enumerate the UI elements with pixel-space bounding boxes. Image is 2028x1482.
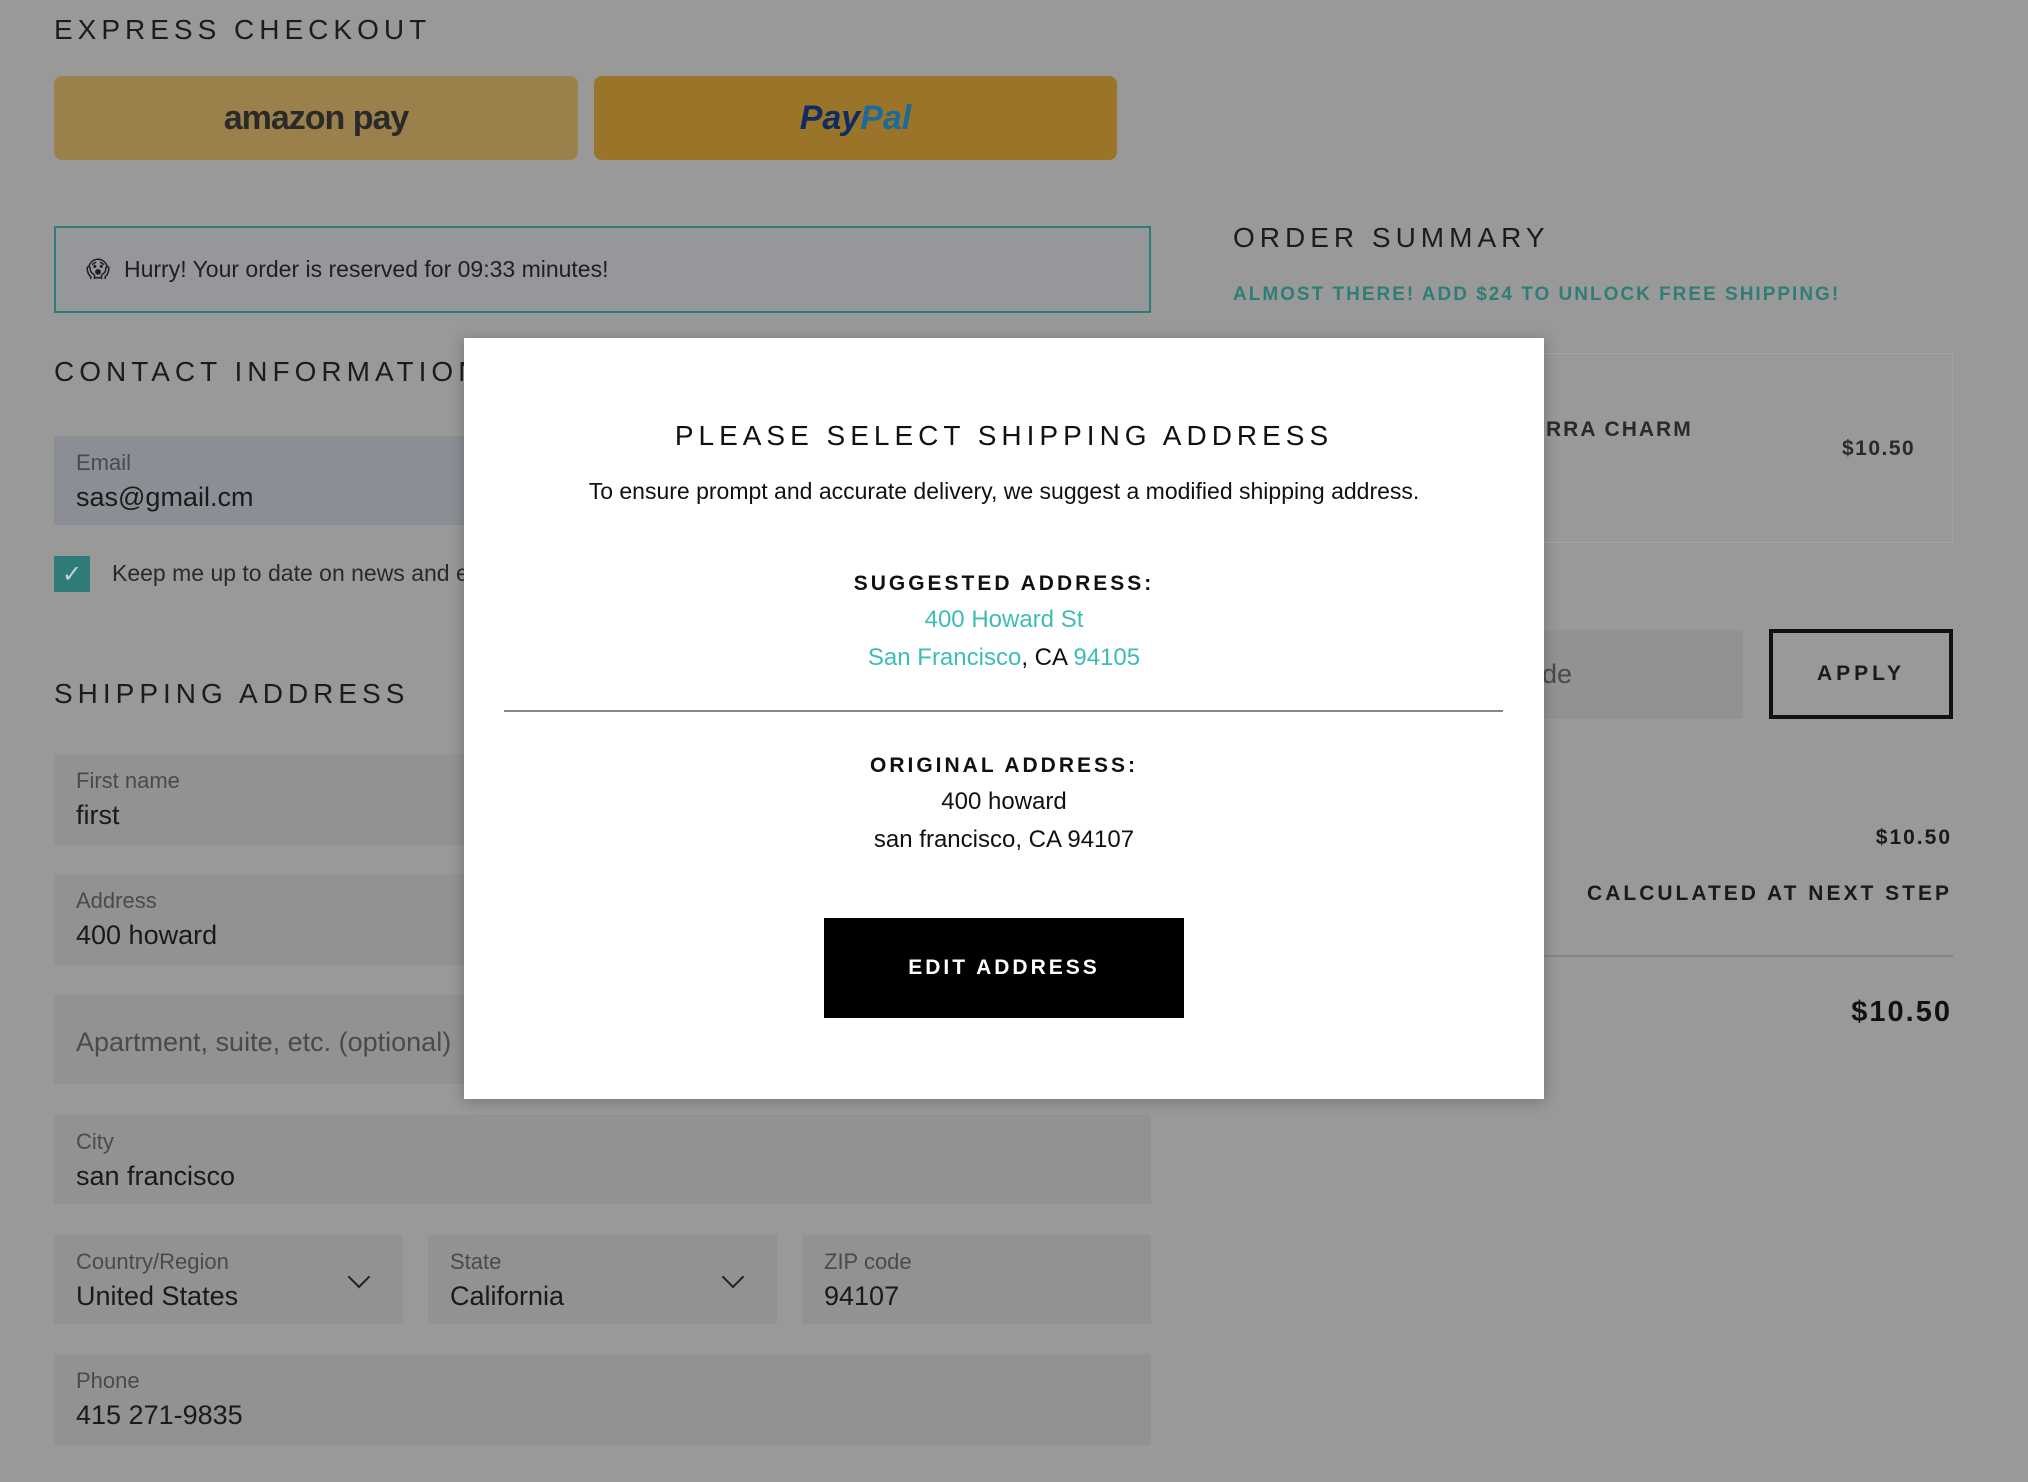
phone-value: 415 271-9835 [76,1400,243,1430]
product-name: ERRA CHARM [1530,418,1693,441]
suggested-zip: 94105 [1073,644,1141,671]
state-select[interactable]: State California [428,1235,777,1324]
newsletter-label: Keep me up to date on news and e [112,560,469,586]
zip-field[interactable]: ZIP code 94107 [802,1235,1151,1324]
express-checkout-title: EXPRESS CHECKOUT [54,14,432,45]
state-label: State [450,1249,502,1274]
modal-title: PLEASE SELECT SHIPPING ADDRESS [674,420,1334,451]
suggested-city: San Francisco [867,644,1022,671]
paypal-button[interactable]: PayPal [594,76,1117,160]
apply-label: APPLY [1816,662,1906,685]
edit-address-button[interactable]: EDIT ADDRESS [824,918,1184,1018]
product-price: $10.50 [1842,437,1916,460]
original-address-label: ORIGINAL ADDRESS: [869,754,1138,777]
total-value: $10.50 [1851,996,1952,1028]
reservation-timer-banner: 😱 Hurry! Your order is reserved for 09:3… [54,226,1151,313]
order-summary-title: ORDER SUMMARY [1233,222,1550,253]
checkmark-icon: ✓ [61,560,83,588]
city-value: san francisco [76,1161,236,1191]
country-label: Country/Region [76,1249,229,1274]
free-shipping-message: ALMOST THERE! ADD $24 TO UNLOCK FREE SHI… [1233,284,1841,305]
shipping-value: CALCULATED AT NEXT STEP [1587,882,1952,905]
city-label: City [76,1129,114,1154]
address-suggestion-modal: PLEASE SELECT SHIPPING ADDRESS To ensure… [464,338,1544,1099]
screaming-face-icon: 😱 [86,256,110,282]
original-address-line1: 400 howard [941,788,1067,815]
country-value: United States [76,1281,239,1311]
amazon-pay-button[interactable]: amazon pay [54,76,578,160]
original-address-line2: san francisco, CA 94107 [873,826,1135,853]
shipping-title: SHIPPING ADDRESS [54,678,410,709]
phone-label: Phone [76,1368,140,1393]
phone-field[interactable]: Phone 415 271-9835 [54,1354,1151,1445]
paypal-logo-pal: Pal [860,98,912,137]
suggested-address-label: SUGGESTED ADDRESS: [853,572,1155,595]
suggested-state: , CA [1021,644,1074,671]
contact-title: CONTACT INFORMATION [54,356,484,387]
apply-button[interactable]: APPLY [1769,629,1953,719]
amazon-pay-logo: amazon pay [223,98,410,137]
city-field[interactable]: City san francisco [54,1115,1151,1204]
state-value: California [450,1281,565,1311]
zip-label: ZIP code [824,1249,912,1274]
paypal-logo: PayPal [800,99,912,138]
zip-value: 94107 [824,1281,900,1311]
modal-subtitle: To ensure prompt and accurate delivery, … [588,478,1420,504]
newsletter-checkbox[interactable]: ✓ [54,556,90,592]
edit-address-label: EDIT ADDRESS [908,956,1100,979]
paypal-logo-pay: Pay [799,98,861,137]
timer-text: Hurry! Your order is reserved for 09:33 … [123,256,609,282]
country-select[interactable]: Country/Region United States [54,1235,403,1324]
subtotal-value: $10.50 [1875,826,1952,849]
suggested-address-line2[interactable]: San Francisco, CA 94105 [464,644,1544,672]
suggested-address-line1[interactable]: 400 Howard St [464,606,1544,634]
modal-divider [504,710,1503,712]
discount-placeholder: de [1542,659,1573,689]
